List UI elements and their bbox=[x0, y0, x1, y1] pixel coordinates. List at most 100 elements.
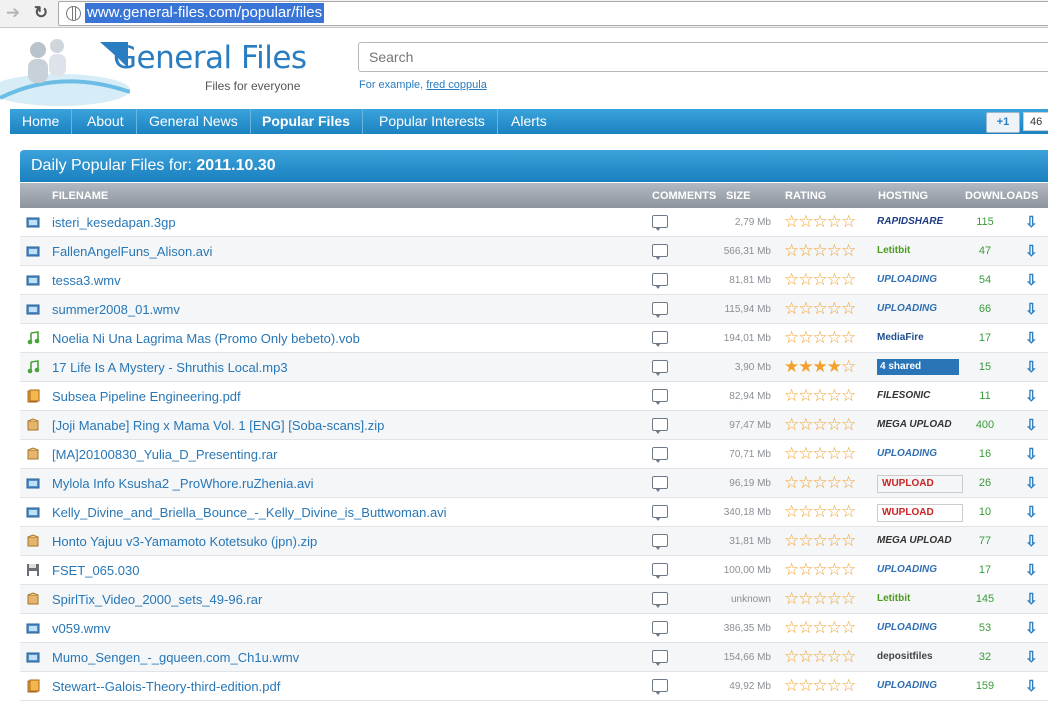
file-name-link[interactable]: summer2008_01.wmv bbox=[52, 302, 180, 317]
rating-stars[interactable]: ☆☆☆☆☆ bbox=[784, 444, 856, 464]
table-row[interactable]: SpirlTix_Video_2000_sets_49-96.rar unknow… bbox=[20, 585, 1048, 614]
file-name-link[interactable]: v059.wmv bbox=[52, 621, 111, 636]
download-arrow-icon[interactable]: ⇩ bbox=[1025, 242, 1038, 260]
download-arrow-icon[interactable]: ⇩ bbox=[1025, 503, 1038, 521]
comment-icon[interactable] bbox=[652, 563, 668, 579]
file-name-link[interactable]: Noelia Ni Una Lagrima Mas (Promo Only be… bbox=[52, 331, 360, 346]
comment-icon[interactable] bbox=[652, 331, 668, 347]
table-row[interactable]: Noelia Ni Una Lagrima Mas (Promo Only be… bbox=[20, 324, 1048, 353]
download-arrow-icon[interactable]: ⇩ bbox=[1025, 474, 1038, 492]
rating-stars[interactable]: ☆☆☆☆☆ bbox=[784, 618, 856, 638]
rating-stars[interactable]: ☆☆☆☆☆ bbox=[784, 676, 856, 696]
col-comments[interactable]: COMMENTS bbox=[652, 190, 716, 202]
comment-icon[interactable] bbox=[652, 592, 668, 608]
rating-stars[interactable]: ☆☆☆☆☆ bbox=[784, 647, 856, 667]
file-name-link[interactable]: Mumo_Sengen_-_gqueen.com_Ch1u.wmv bbox=[52, 650, 299, 665]
address-bar[interactable]: www.general-files.com/popular/files bbox=[58, 1, 1048, 26]
comment-icon[interactable] bbox=[652, 505, 668, 521]
comment-icon[interactable] bbox=[652, 418, 668, 434]
nav-popular-files[interactable]: Popular Files bbox=[250, 109, 363, 134]
file-name-link[interactable]: tessa3.wmv bbox=[52, 273, 121, 288]
back-arrow-icon[interactable]: ➔ bbox=[2, 3, 24, 23]
rating-stars[interactable]: ☆☆☆☆☆ bbox=[784, 270, 856, 290]
table-row[interactable]: Subsea Pipeline Engineering.pdf 82,94 Mb ☆… bbox=[20, 382, 1048, 411]
table-row[interactable]: FallenAngelFuns_Alison.avi 566,31 Mb ☆☆☆☆☆… bbox=[20, 237, 1048, 266]
download-arrow-icon[interactable]: ⇩ bbox=[1025, 619, 1038, 637]
download-arrow-icon[interactable]: ⇩ bbox=[1025, 416, 1038, 434]
rating-stars[interactable]: ☆☆☆☆☆ bbox=[784, 299, 856, 319]
search-input[interactable] bbox=[358, 42, 1048, 72]
rating-stars[interactable]: ☆☆☆☆☆ bbox=[784, 502, 856, 522]
table-row[interactable]: FSET_065.030 100,00 Mb ☆☆☆☆☆ UPLOADING 17 ⇩ bbox=[20, 556, 1048, 585]
col-rating[interactable]: RATING bbox=[785, 190, 826, 202]
download-arrow-icon[interactable]: ⇩ bbox=[1025, 329, 1038, 347]
table-row[interactable]: Mumo_Sengen_-_gqueen.com_Ch1u.wmv 154,66 … bbox=[20, 643, 1048, 672]
comment-icon[interactable] bbox=[652, 650, 668, 666]
table-row[interactable]: Mylola Info Ksusha2 _ProWhore.ruZhenia.a… bbox=[20, 469, 1048, 498]
table-row[interactable]: v059.wmv 386,35 Mb ☆☆☆☆☆ UPLOADING 53 ⇩ bbox=[20, 614, 1048, 643]
rating-stars[interactable]: ☆☆☆☆☆ bbox=[784, 589, 856, 609]
comment-icon[interactable] bbox=[652, 679, 668, 695]
rating-stars[interactable]: ☆☆☆☆☆ bbox=[784, 241, 856, 261]
site-logo[interactable]: General Files bbox=[113, 40, 307, 76]
comment-icon[interactable] bbox=[652, 389, 668, 405]
download-arrow-icon[interactable]: ⇩ bbox=[1025, 300, 1038, 318]
file-name-link[interactable]: FallenAngelFuns_Alison.avi bbox=[52, 244, 212, 259]
file-name-link[interactable]: [Joji Manabe] Ring x Mama Vol. 1 [ENG] [… bbox=[52, 418, 384, 433]
table-row[interactable]: Kelly_Divine_and_Briella_Bounce_-_Kelly_… bbox=[20, 498, 1048, 527]
file-name-link[interactable]: Honto Yajuu v3-Yamamoto Kotetsuko (jpn).… bbox=[52, 534, 317, 549]
download-arrow-icon[interactable]: ⇩ bbox=[1025, 387, 1038, 405]
comment-icon[interactable] bbox=[652, 244, 668, 260]
comment-icon[interactable] bbox=[652, 215, 668, 231]
file-name-link[interactable]: Stewart--Galois-Theory-third-edition.pdf bbox=[52, 679, 280, 694]
file-name-link[interactable]: FSET_065.030 bbox=[52, 563, 139, 578]
nav-general-news[interactable]: General News bbox=[137, 109, 251, 134]
table-row[interactable]: summer2008_01.wmv 115,94 Mb ☆☆☆☆☆ UPLOADING… bbox=[20, 295, 1048, 324]
download-arrow-icon[interactable]: ⇩ bbox=[1025, 532, 1038, 550]
col-size[interactable]: SIZE bbox=[726, 190, 750, 202]
comment-icon[interactable] bbox=[652, 302, 668, 318]
example-link[interactable]: fred coppula bbox=[426, 79, 487, 91]
download-arrow-icon[interactable]: ⇩ bbox=[1025, 590, 1038, 608]
col-downloads[interactable]: DOWNLOADS bbox=[965, 190, 1038, 202]
download-arrow-icon[interactable]: ⇩ bbox=[1025, 213, 1038, 231]
file-name-link[interactable]: 17 Life Is A Mystery - Shruthis Local.mp… bbox=[52, 360, 288, 375]
rating-stars[interactable]: ☆☆☆☆☆ bbox=[784, 560, 856, 580]
table-row[interactable]: isteri_kesedapan.3gp 2,79 Mb ☆☆☆☆☆ RAPIDSHA… bbox=[20, 208, 1048, 237]
google-plus-button[interactable]: +1 bbox=[986, 112, 1020, 133]
nav-home[interactable]: Home bbox=[10, 109, 73, 134]
col-filename[interactable]: FILENAME bbox=[52, 190, 108, 202]
nav-alerts[interactable]: Alerts bbox=[499, 109, 559, 134]
url-text[interactable]: www.general-files.com/popular/files bbox=[85, 3, 325, 23]
rating-stars[interactable]: ☆☆☆☆☆ bbox=[784, 531, 856, 551]
reload-icon[interactable]: ↻ bbox=[30, 3, 52, 23]
col-hosting[interactable]: HOSTING bbox=[878, 190, 928, 202]
file-name-link[interactable]: Mylola Info Ksusha2 _ProWhore.ruZhenia.a… bbox=[52, 476, 314, 491]
file-name-link[interactable]: [MA]20100830_Yulia_D_Presenting.rar bbox=[52, 447, 277, 462]
download-arrow-icon[interactable]: ⇩ bbox=[1025, 677, 1038, 695]
rating-stars[interactable]: ☆☆☆☆☆ bbox=[784, 415, 856, 435]
comment-icon[interactable] bbox=[652, 476, 668, 492]
comment-icon[interactable] bbox=[652, 273, 668, 289]
download-arrow-icon[interactable]: ⇩ bbox=[1025, 271, 1038, 289]
nav-popular-interests[interactable]: Popular Interests bbox=[367, 109, 498, 134]
rating-stars[interactable]: ☆☆☆☆☆ bbox=[784, 473, 856, 493]
rating-stars[interactable]: ★★★★☆ bbox=[784, 357, 856, 377]
table-row[interactable]: 17 Life Is A Mystery - Shruthis Local.mp… bbox=[20, 353, 1048, 382]
file-name-link[interactable]: SpirlTix_Video_2000_sets_49-96.rar bbox=[52, 592, 262, 607]
rating-stars[interactable]: ☆☆☆☆☆ bbox=[784, 328, 856, 348]
file-name-link[interactable]: Kelly_Divine_and_Briella_Bounce_-_Kelly_… bbox=[52, 505, 447, 520]
comment-icon[interactable] bbox=[652, 447, 668, 463]
download-arrow-icon[interactable]: ⇩ bbox=[1025, 358, 1038, 376]
rating-stars[interactable]: ☆☆☆☆☆ bbox=[784, 212, 856, 232]
rating-stars[interactable]: ☆☆☆☆☆ bbox=[784, 386, 856, 406]
file-name-link[interactable]: isteri_kesedapan.3gp bbox=[52, 215, 176, 230]
download-arrow-icon[interactable]: ⇩ bbox=[1025, 648, 1038, 666]
comment-icon[interactable] bbox=[652, 360, 668, 376]
table-row[interactable]: [Joji Manabe] Ring x Mama Vol. 1 [ENG] [… bbox=[20, 411, 1048, 440]
nav-about[interactable]: About bbox=[75, 109, 137, 134]
table-row[interactable]: Honto Yajuu v3-Yamamoto Kotetsuko (jpn).… bbox=[20, 527, 1048, 556]
comment-icon[interactable] bbox=[652, 534, 668, 550]
table-row[interactable]: [MA]20100830_Yulia_D_Presenting.rar 70,71… bbox=[20, 440, 1048, 469]
download-arrow-icon[interactable]: ⇩ bbox=[1025, 561, 1038, 579]
